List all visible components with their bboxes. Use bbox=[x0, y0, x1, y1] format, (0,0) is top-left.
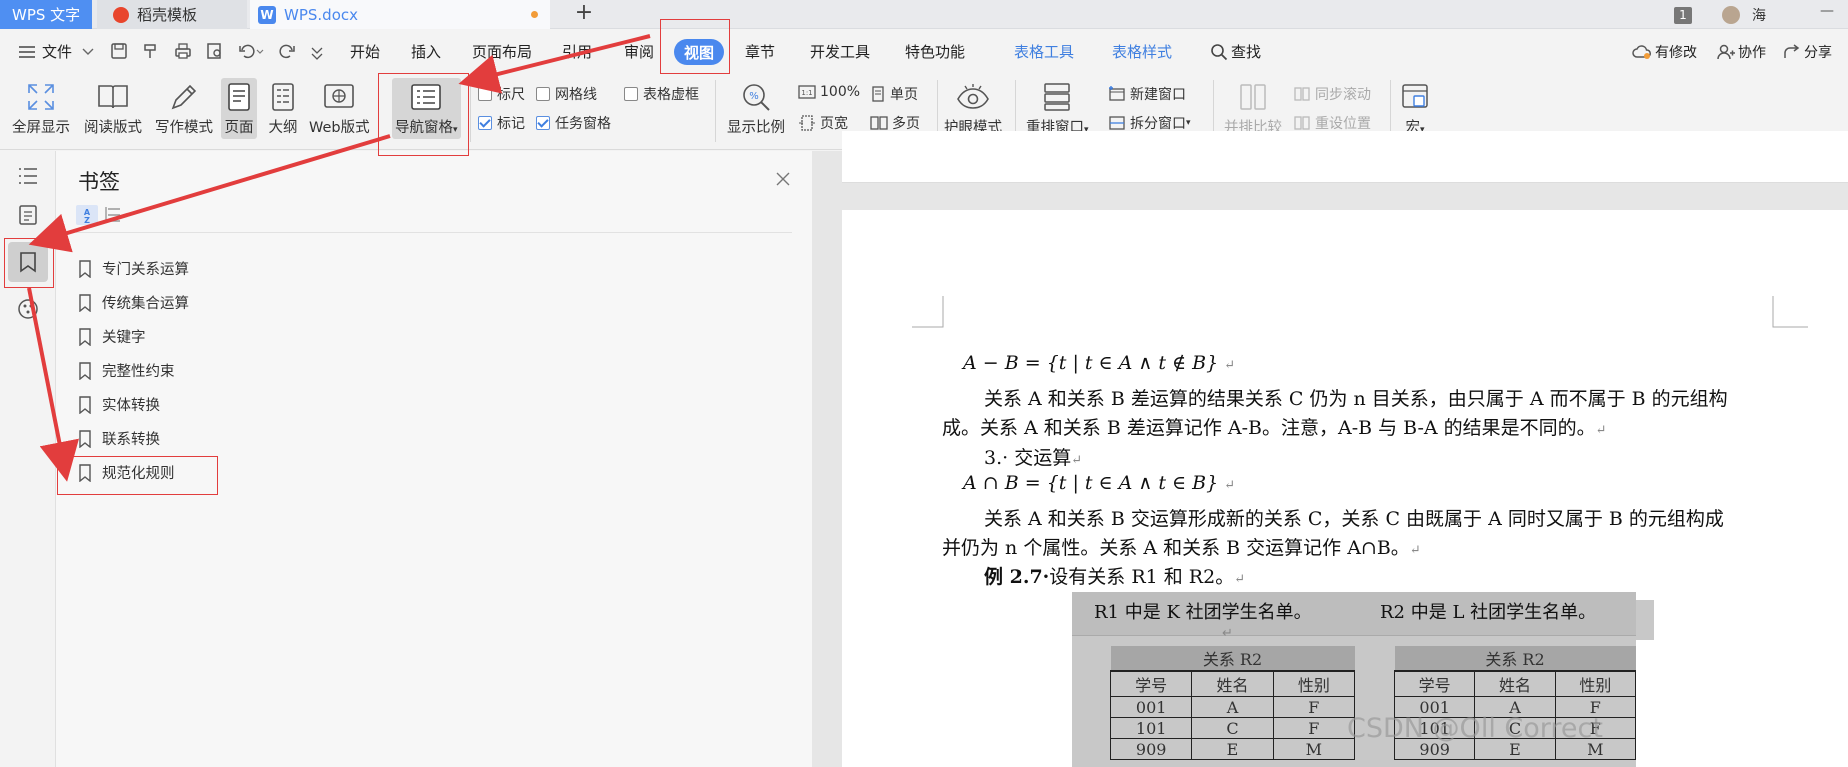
wps-window: WPS 文字 稻壳模板 W WPS.docx + 1 海 — 文件 开始 插入 … bbox=[0, 0, 1848, 767]
annotation-arrows bbox=[27, 34, 651, 482]
